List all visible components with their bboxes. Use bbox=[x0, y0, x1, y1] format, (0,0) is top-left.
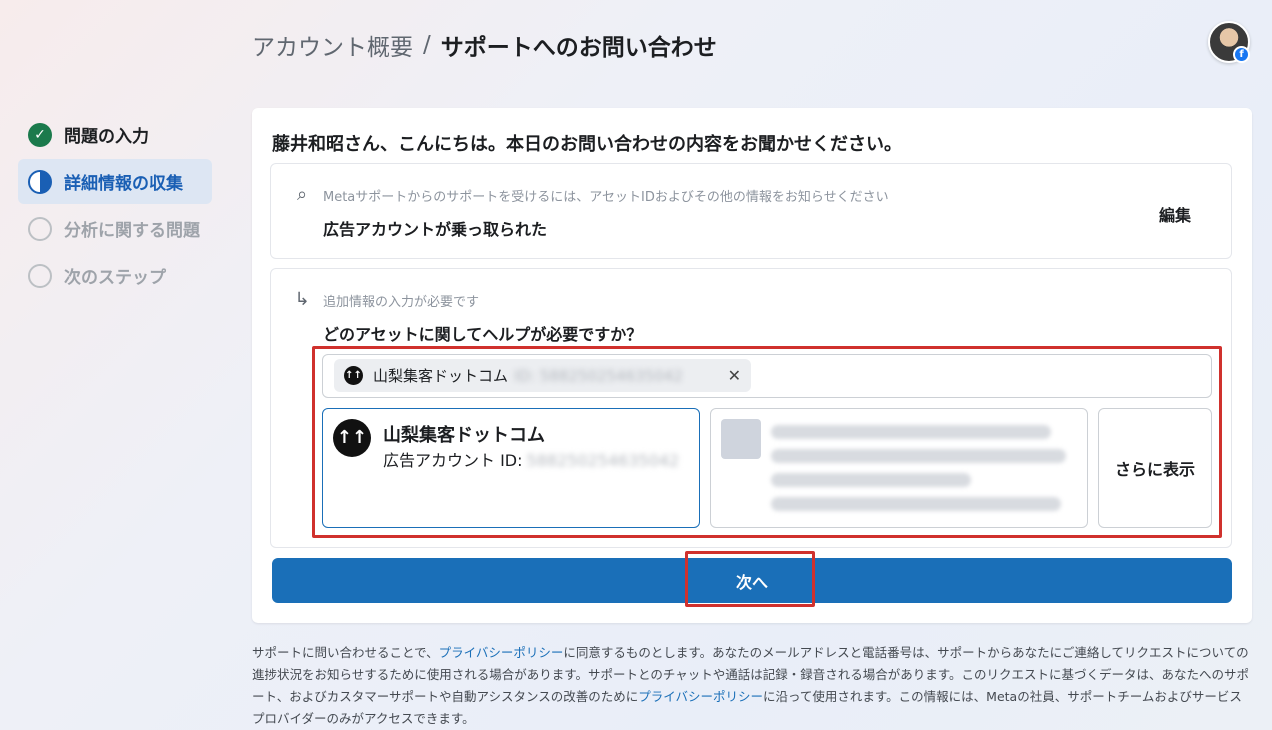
greeting-heading: 藤井和昭さん、こんにちは。本日のお問い合わせの内容をお聞かせください。 bbox=[272, 134, 902, 155]
page-title: サポートへのお問い合わせ bbox=[440, 35, 717, 61]
empty-circle-icon bbox=[28, 216, 52, 241]
brand-logo-icon: ↑↑ bbox=[333, 419, 371, 457]
issue-value: 広告アカウントが乗っ取られた bbox=[323, 220, 548, 239]
empty-circle-icon bbox=[28, 263, 52, 288]
privacy-policy-link[interactable]: プライバシーポリシー bbox=[439, 645, 564, 660]
issue-summary-panel: ⌕ Metaサポートからのサポートを受けるには、アセットIDおよびその他の情報を… bbox=[270, 163, 1232, 259]
breadcrumb-separator: / bbox=[423, 32, 431, 58]
asset-name: 山梨集客ドットコム bbox=[383, 425, 545, 446]
asset-question: どのアセットに関してヘルプが必要ですか？ bbox=[323, 325, 643, 344]
step-label: 詳細情報の収集 bbox=[64, 174, 183, 194]
step-problem-input: ✓ 問題の入力 bbox=[18, 112, 212, 157]
step-analysis-issue: 分析に関する問題 bbox=[18, 206, 212, 251]
step-label: 次のステップ bbox=[64, 268, 166, 288]
step-next-steps: 次のステップ bbox=[18, 253, 212, 298]
check-icon: ✓ bbox=[28, 122, 52, 147]
chip-id: ID: 588250254635042 bbox=[514, 366, 683, 385]
privacy-notice: サポートに問い合わせることで、プライバシーポリシーに同意するものとします。あなた… bbox=[252, 642, 1252, 730]
asset-option-selected[interactable]: ↑↑ 山梨集客ドットコム 広告アカウント ID: 588250254635042 bbox=[322, 408, 700, 528]
blurred-text bbox=[771, 449, 1066, 463]
privacy-policy-link[interactable]: プライバシーポリシー bbox=[638, 689, 763, 704]
asset-option-blurred[interactable] bbox=[710, 408, 1088, 528]
half-circle-icon bbox=[28, 169, 52, 194]
edit-button[interactable]: 編集 bbox=[1159, 202, 1191, 226]
next-button-highlight bbox=[685, 551, 815, 607]
asset-sub-label: 広告アカウント ID: 588250254635042 bbox=[383, 447, 679, 471]
progress-steps: ✓ 問題の入力 詳細情報の収集 分析に関する問題 次のステップ bbox=[18, 112, 212, 300]
close-icon[interactable]: ✕ bbox=[728, 366, 741, 385]
brand-logo-icon: ↑↑ bbox=[344, 366, 363, 385]
step-collect-details: 詳細情報の収集 bbox=[18, 159, 212, 204]
facebook-badge-icon: f bbox=[1233, 46, 1250, 63]
selected-asset-chip: ↑↑ 山梨集客ドットコム ID: 588250254635042 ✕ bbox=[334, 359, 751, 392]
step-label: 問題の入力 bbox=[64, 127, 149, 147]
asset-id: 588250254635042 bbox=[526, 451, 680, 470]
breadcrumb-account-overview[interactable]: アカウント概要 bbox=[252, 28, 413, 62]
issue-hint: Metaサポートからのサポートを受けるには、アセットIDおよびその他の情報をお知… bbox=[323, 190, 889, 205]
footer-text: サポートに問い合わせることで、 bbox=[252, 645, 439, 660]
blurred-text bbox=[771, 497, 1061, 511]
reply-arrow-icon: ↳ bbox=[294, 289, 310, 310]
breadcrumb: アカウント概要 / サポートへのお問い合わせ bbox=[252, 28, 717, 62]
step-label: 分析に関する問題 bbox=[64, 221, 200, 241]
blurred-text bbox=[771, 473, 971, 487]
blurred-text bbox=[771, 425, 1051, 439]
asset-type-label: 広告アカウント ID: bbox=[383, 451, 523, 470]
search-sparkle-icon: ⌕ bbox=[296, 184, 308, 205]
show-more-button[interactable]: さらに表示 bbox=[1098, 408, 1212, 528]
chip-name: 山梨集客ドットコム bbox=[373, 367, 509, 385]
calendar-icon bbox=[721, 419, 761, 459]
asset-hint: 追加情報の入力が必要です bbox=[323, 295, 480, 310]
